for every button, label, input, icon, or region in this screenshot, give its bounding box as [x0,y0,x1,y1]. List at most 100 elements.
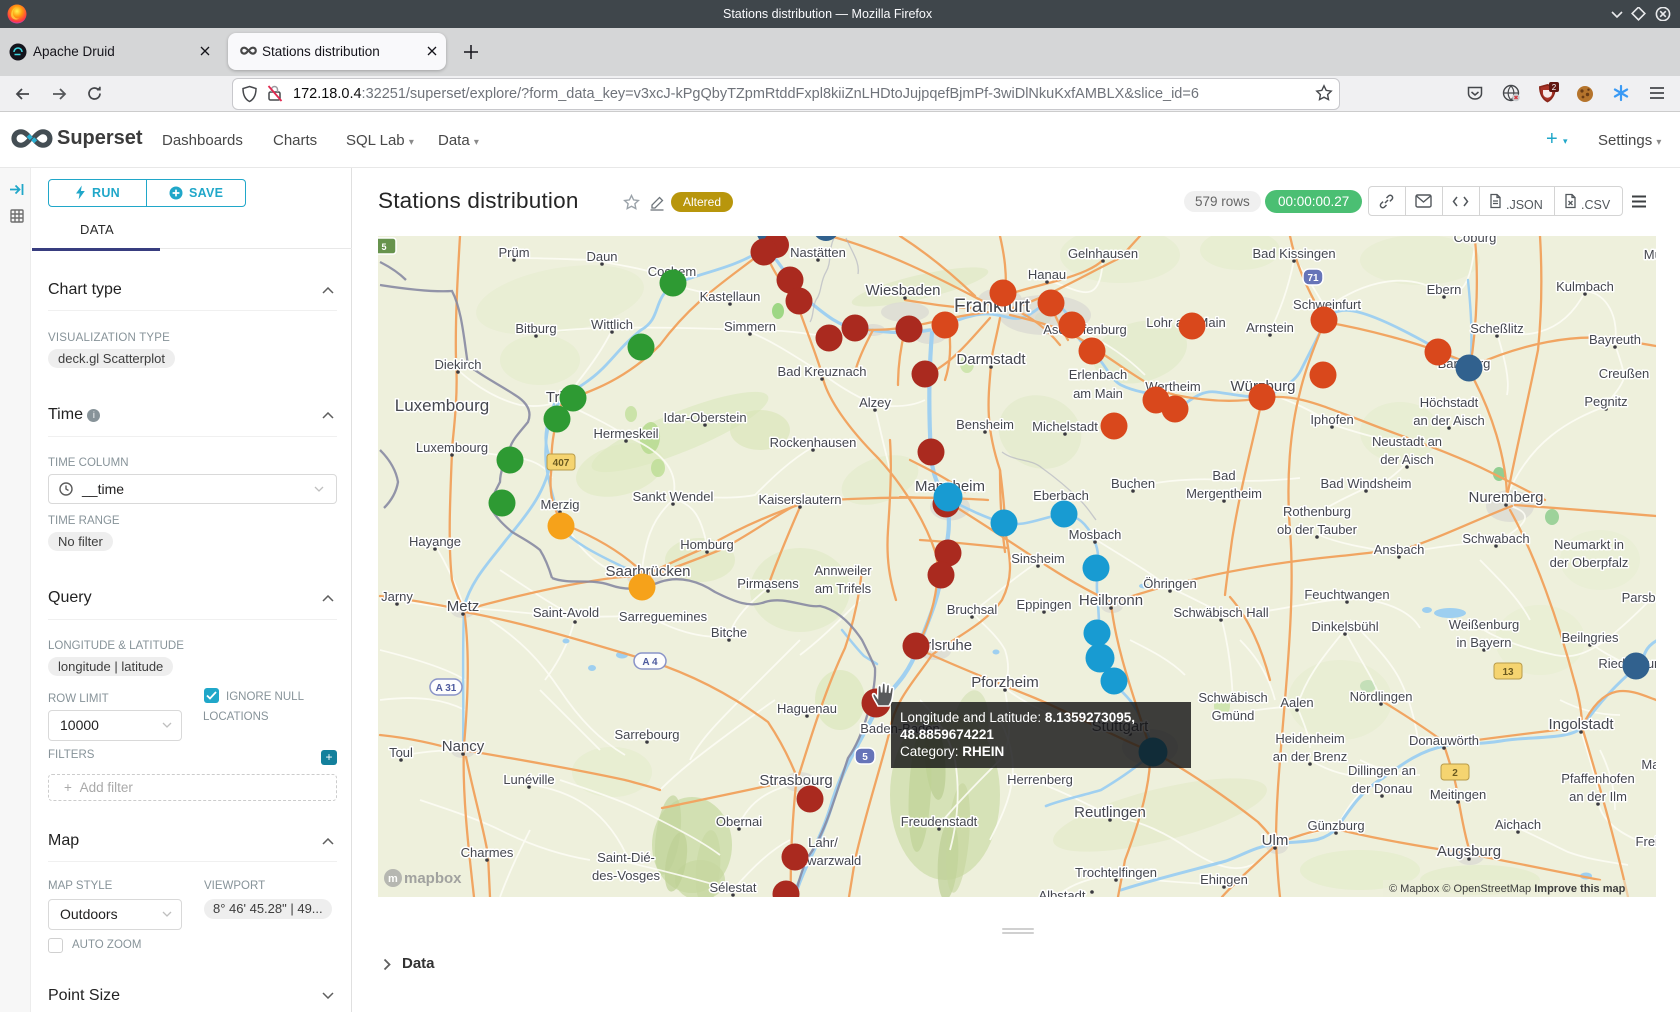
svg-text:Freis: Freis [1636,834,1656,849]
svg-text:der Donau: der Donau [1352,781,1413,796]
svg-text:Darmstadt: Darmstadt [956,351,1026,368]
svg-text:Sarrebourg: Sarrebourg [614,727,679,742]
svg-text:A 31: A 31 [436,683,457,694]
svg-text:Pirmasens: Pirmasens [737,576,799,591]
svg-text:Bad Kissingen: Bad Kissingen [1252,246,1335,261]
svg-text:Sarreguemines: Sarreguemines [619,609,708,624]
svg-text:Weißenburg: Weißenburg [1449,617,1520,632]
svg-text:Sinsheim: Sinsheim [1011,551,1064,566]
svg-text:Nancy: Nancy [442,738,485,755]
svg-text:Neumarkt in: Neumarkt in [1554,537,1624,552]
svg-text:Jarny: Jarny [381,589,413,604]
svg-text:Pforzheim: Pforzheim [971,674,1039,691]
svg-text:71: 71 [1307,273,1319,284]
svg-text:Luxembourg: Luxembourg [416,440,488,455]
svg-text:ob der Tauber: ob der Tauber [1277,522,1358,537]
svg-text:Haguenau: Haguenau [777,701,837,716]
svg-text:Ansbach: Ansbach [1374,542,1425,557]
svg-text:Luxembourg: Luxembourg [395,396,490,415]
svg-text:Kulmbach: Kulmbach [1556,279,1614,294]
svg-text:Rothenburg: Rothenburg [1283,504,1351,519]
svg-text:Sélestat: Sélestat [710,880,757,895]
svg-text:m: m [388,873,398,885]
svg-text:Obernai: Obernai [716,814,762,829]
svg-text:Wiesbaden: Wiesbaden [865,282,940,299]
svg-text:Öhringen: Öhringen [1143,576,1196,591]
svg-text:Ebern: Ebern [1427,282,1462,297]
svg-text:Sankt Wendel: Sankt Wendel [633,489,714,504]
svg-text:5: 5 [381,242,386,252]
svg-text:an der Ilm: an der Ilm [1569,789,1627,804]
svg-text:Eberbach: Eberbach [1033,488,1089,503]
svg-text:Aalen: Aalen [1280,695,1313,710]
svg-text:an der Aisch: an der Aisch [1413,413,1485,428]
svg-text:Ingolstadt: Ingolstadt [1548,716,1614,733]
svg-text:der Oberpfalz: der Oberpfalz [1550,555,1629,570]
svg-text:Höchstadt: Höchstadt [1420,395,1479,410]
svg-text:Idar-Oberstein: Idar-Oberstein [663,410,746,425]
svg-text:Lahr/: Lahr/ [808,835,838,850]
svg-text:an der Brenz: an der Brenz [1273,749,1347,764]
svg-text:Bitburg: Bitburg [515,321,556,336]
svg-text:2: 2 [1452,768,1458,779]
svg-text:Günzburg: Günzburg [1307,818,1364,833]
svg-text:Strasbourg: Strasbourg [759,772,832,789]
svg-text:Mergentheim: Mergentheim [1186,486,1262,501]
svg-text:Coburg: Coburg [1454,236,1497,245]
svg-text:Bad Kreuznach: Bad Kreuznach [778,364,867,379]
svg-text:in Bayern: in Bayern [1457,635,1512,650]
svg-text:am Trifels: am Trifels [815,581,872,596]
svg-text:Schwabach: Schwabach [1462,531,1529,546]
svg-text:2: 2 [1552,83,1557,92]
svg-text:Scheßlitz: Scheßlitz [1470,321,1523,336]
svg-text:Kaiserslautern: Kaiserslautern [758,492,841,507]
svg-text:Erlenbach: Erlenbach [1069,367,1128,382]
svg-text:Bad: Bad [1212,468,1235,483]
svg-text:Augsburg: Augsburg [1437,843,1501,860]
svg-text:Nastätten: Nastätten [790,245,846,260]
svg-text:Schwäbisch: Schwäbisch [1198,690,1267,705]
svg-text:Homburg: Homburg [680,537,733,552]
svg-text:Charmes: Charmes [461,845,514,860]
svg-text:Eppingen: Eppingen [1017,597,1072,612]
svg-text:Ulm: Ulm [1262,832,1289,849]
svg-text:Nördlingen: Nördlingen [1350,689,1413,704]
svg-text:Gelnhausen: Gelnhausen [1068,246,1138,261]
svg-text:Merzig: Merzig [540,497,579,512]
svg-text:Buchen: Buchen [1111,476,1155,491]
svg-text:Wittlich: Wittlich [591,317,633,332]
svg-text:Neustadt an: Neustadt an [1372,434,1442,449]
svg-text:Simmern: Simmern [724,319,776,334]
svg-text:Bensheim: Bensheim [956,417,1014,432]
svg-text:Daun: Daun [586,249,617,264]
svg-text:Schwäbisch Hall: Schwäbisch Hall [1173,605,1268,620]
svg-text:Bitche: Bitche [711,625,747,640]
svg-text:Parsberg: Parsberg [1622,590,1656,605]
svg-text:Bayreuth: Bayreuth [1589,332,1641,347]
svg-text:© Mapbox © OpenStreetMap Impro: © Mapbox © OpenStreetMap Improve this ma… [1389,883,1626,895]
svg-text:5: 5 [862,752,868,763]
svg-text:Münn: Münn [1644,247,1656,262]
svg-text:Hermeskeil: Hermeskeil [593,426,658,441]
svg-text:Alzey: Alzey [859,395,891,410]
svg-text:Heilbronn: Heilbronn [1079,592,1143,609]
svg-text:Prüm: Prüm [498,245,529,260]
svg-text:Saint-Dié-: Saint-Dié- [597,850,655,865]
svg-text:Lunéville: Lunéville [503,772,554,787]
svg-text:Albstadt: Albstadt [1039,888,1086,897]
svg-text:am Main: am Main [1073,386,1123,401]
svg-text:A 4: A 4 [642,657,658,668]
svg-text:Nuremberg: Nuremberg [1468,489,1543,506]
svg-text:des-Vosges: des-Vosges [592,868,660,883]
svg-text:Feuchtwangen: Feuchtwangen [1304,587,1389,602]
svg-text:der Aisch: der Aisch [1380,452,1433,467]
svg-text:Diekirch: Diekirch [435,357,482,372]
svg-text:Kastellaun: Kastellaun [700,289,761,304]
svg-text:Gmünd: Gmünd [1212,708,1255,723]
svg-text:Trochtelfingen: Trochtelfingen [1075,865,1157,880]
svg-text:Saint-Avold: Saint-Avold [533,605,599,620]
svg-text:Reutlingen: Reutlingen [1074,804,1146,821]
svg-text:Herrenberg: Herrenberg [1007,772,1073,787]
svg-text:Donauwörth: Donauwörth [1409,733,1479,748]
svg-text:Pegnitz: Pegnitz [1584,394,1627,409]
